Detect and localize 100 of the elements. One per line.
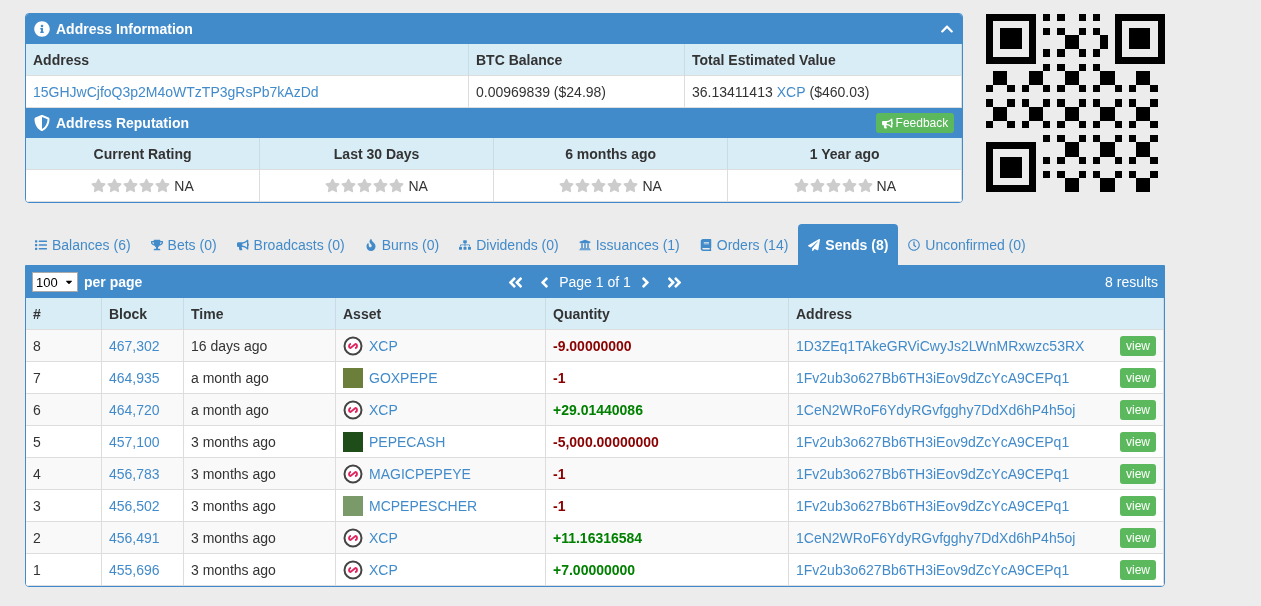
asset-link[interactable]: MCPEPESCHER [369, 497, 478, 514]
paper-plane-icon [808, 238, 821, 251]
tab[interactable]: Bets (0) [140, 224, 227, 265]
column-header: Block [102, 298, 184, 330]
btc-balance: 0.00969839 ($24.98) [476, 83, 606, 100]
address-link[interactable]: 1Fv2ub3o627Bb6TH3iEov9dZcYcA9CEPq1 [796, 561, 1070, 578]
view-button[interactable]: view [1120, 367, 1156, 388]
token-logo-icon [343, 559, 363, 580]
address-link[interactable]: 15GHJwCjfoQ3p2M4oWTzTP3gRsPb7kAzDd [33, 83, 319, 100]
asset-link[interactable]: XCP [369, 337, 398, 354]
row-number: 4 [33, 465, 41, 482]
token-logo-icon [343, 463, 363, 484]
quantity-cell: -9.00000000 [553, 337, 632, 354]
asset-link[interactable]: XCP [369, 401, 398, 418]
time-cell: 16 days ago [191, 337, 268, 354]
feedback-button[interactable]: Feedback [875, 113, 955, 133]
row-number: 1 [33, 561, 41, 578]
star-icon [607, 178, 623, 193]
star-icon [559, 178, 575, 193]
star-icon [591, 178, 607, 193]
tab[interactable]: Balances (6) [25, 224, 141, 265]
view-button[interactable]: view [1120, 431, 1156, 452]
star-icon [857, 178, 873, 193]
info-icon [34, 21, 50, 37]
row-number: 2 [33, 529, 41, 546]
time-cell: 3 months ago [191, 561, 276, 578]
asset-link[interactable]: GOXPEPE [369, 369, 438, 386]
time-cell: 3 months ago [191, 465, 276, 482]
estimated-amount: 36.13411413 [692, 83, 773, 100]
address-link[interactable]: 1Fv2ub3o627Bb6TH3iEov9dZcYcA9CEPq1 [796, 433, 1070, 450]
tab[interactable]: Sends (8) [798, 224, 899, 265]
panel-title: Address Reputation [56, 115, 190, 131]
tab[interactable]: Orders (14) [689, 224, 799, 265]
star-icon [139, 178, 155, 193]
row-number: 5 [33, 433, 41, 450]
quantity-cell: -1 [553, 465, 566, 482]
time-cell: 3 months ago [191, 529, 276, 546]
hierarchy-icon [459, 238, 472, 251]
block-link[interactable]: 457,100 [109, 433, 160, 450]
column-header: Address [789, 298, 1164, 330]
time-cell: a month ago [191, 369, 269, 386]
column-header: 1 Year ago [728, 138, 963, 170]
row-number: 3 [33, 497, 41, 514]
tab[interactable]: Issuances (1) [568, 224, 690, 265]
view-button[interactable]: view [1120, 335, 1156, 356]
megaphone-icon [236, 238, 249, 251]
view-button[interactable]: view [1120, 495, 1156, 516]
star-icon [623, 178, 639, 193]
view-button[interactable]: view [1120, 463, 1156, 484]
block-link[interactable]: 456,502 [109, 497, 160, 514]
view-button[interactable]: view [1120, 399, 1156, 420]
asset-link[interactable]: XCP [776, 83, 806, 100]
address-link[interactable]: 1Fv2ub3o627Bb6TH3iEov9dZcYcA9CEPq1 [796, 369, 1070, 386]
address-link[interactable]: 1Fv2ub3o627Bb6TH3iEov9dZcYcA9CEPq1 [796, 465, 1070, 482]
tab[interactable]: Broadcasts (0) [226, 224, 355, 265]
asset-link[interactable]: XCP [369, 561, 398, 578]
per-page-select[interactable]: 100 [32, 272, 78, 292]
column-header: Address [26, 44, 469, 76]
list-icon [35, 238, 47, 251]
tab[interactable]: Unconfirmed (0) [898, 224, 1036, 265]
tab[interactable]: Dividends (0) [449, 224, 569, 265]
row-number: 8 [33, 337, 41, 354]
address-link[interactable]: 1D3ZEq1TAkeGRViCwyJs2LWnMRxwzc53RX [796, 337, 1085, 354]
address-link[interactable]: 1Fv2ub3o627Bb6TH3iEov9dZcYcA9CEPq1 [796, 497, 1070, 514]
star-icon [107, 178, 123, 193]
asset-image-placeholder [343, 367, 363, 388]
star-icon [325, 178, 341, 193]
shield-icon [34, 115, 50, 131]
address-link[interactable]: 1CeN2WRoF6YdyRGvfgghy7DdXd6hP4h5oj [796, 529, 1076, 546]
time-cell: a month ago [191, 401, 269, 418]
view-button[interactable]: view [1120, 527, 1156, 548]
flame-icon [364, 238, 377, 251]
column-header: BTC Balance [469, 44, 685, 76]
time-cell: 3 months ago [191, 433, 276, 450]
rating-value: NA [174, 177, 194, 194]
address-link[interactable]: 1CeN2WRoF6YdyRGvfgghy7DdXd6hP4h5oj [796, 401, 1076, 418]
star-icon [809, 178, 825, 193]
results-count: 8 results [1105, 274, 1158, 290]
block-link[interactable]: 464,935 [109, 369, 160, 386]
view-button[interactable]: view [1120, 559, 1156, 580]
row-number: 6 [33, 401, 41, 418]
asset-link[interactable]: XCP [369, 529, 398, 546]
token-logo-icon [343, 335, 363, 356]
star-icon [389, 178, 405, 193]
column-header: Asset [336, 298, 546, 330]
asset-link[interactable]: PEPECASH [369, 433, 446, 450]
star-icon [341, 178, 357, 193]
quantity-cell: +11.16316584 [553, 529, 643, 546]
row-number: 7 [33, 369, 41, 386]
asset-image-placeholder [343, 495, 363, 516]
token-logo-icon [343, 399, 363, 420]
star-icon [91, 178, 107, 193]
panel-title: Address Information [56, 21, 194, 37]
token-logo-icon [343, 527, 363, 548]
column-header: 6 months ago [494, 138, 729, 170]
tab[interactable]: Burns (0) [354, 224, 450, 265]
block-link[interactable]: 455,696 [109, 561, 160, 578]
time-cell: 3 months ago [191, 497, 276, 514]
book-icon [699, 238, 712, 251]
star-icon [825, 178, 841, 193]
